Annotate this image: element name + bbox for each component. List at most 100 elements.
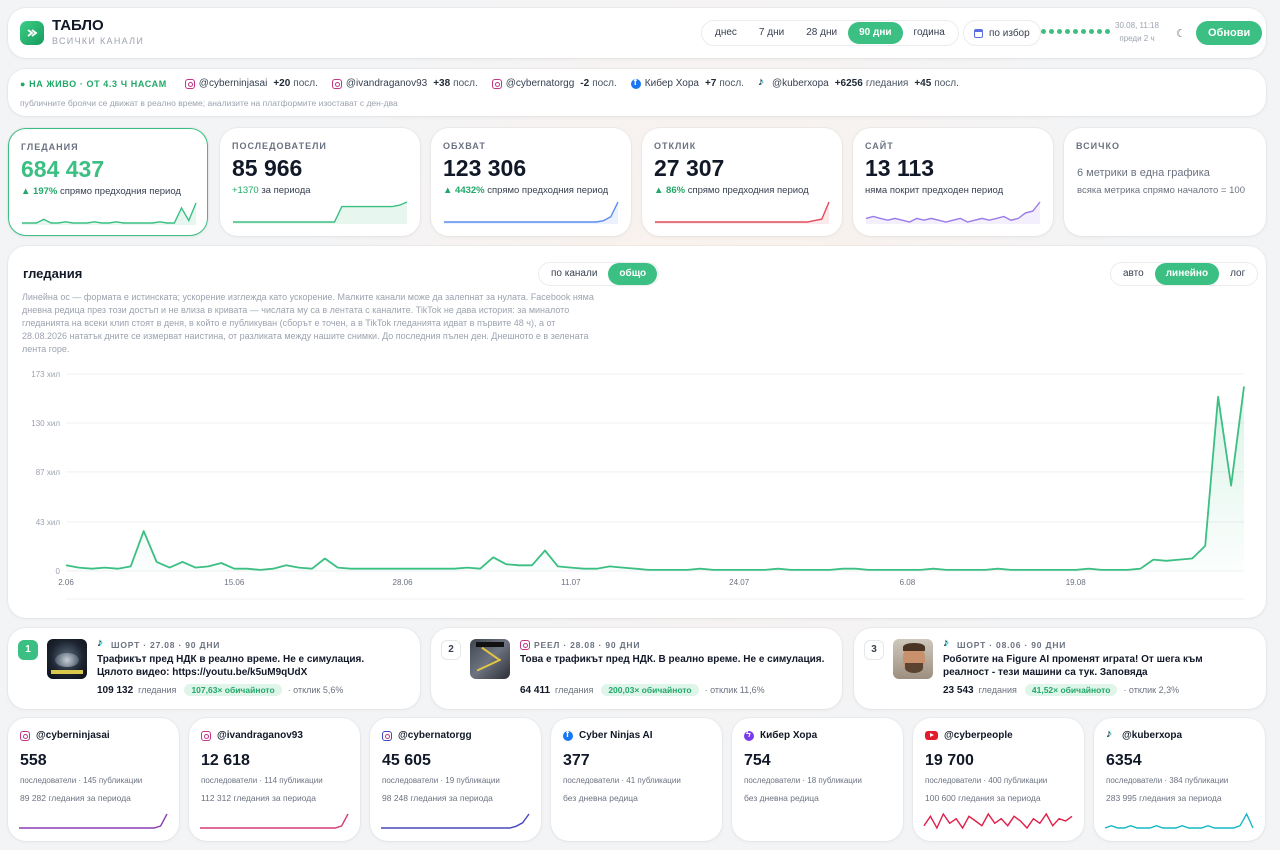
app-subtitle: ВСИЧКИ КАНАЛИ <box>52 36 145 46</box>
channel-card[interactable]: Кибер Хора 754 последователи · 18 публик… <box>732 718 903 841</box>
instagram-icon <box>331 78 342 89</box>
instagram-icon <box>382 730 392 741</box>
live-change: +7 <box>704 78 717 89</box>
channel-head: Cyber Ninjas AI <box>563 729 653 741</box>
kpi-sparkline <box>865 201 1041 224</box>
post-rank: 3 <box>864 640 884 660</box>
youtube-icon <box>925 731 938 740</box>
channel-meta: последователи · 145 публикации <box>20 776 143 785</box>
instagram-icon <box>201 730 211 741</box>
period-28d-button[interactable]: 28 дни <box>795 22 848 44</box>
period-today-button[interactable]: днес <box>704 22 748 44</box>
post-rank: 2 <box>441 640 461 660</box>
sparkline-fill <box>233 202 407 224</box>
kpi-card-followers[interactable]: ПОСЛЕДОВАТЕЛИ 85 966 +1370 за периода <box>220 128 420 236</box>
app-title: ТАБЛО <box>52 17 104 34</box>
live-item: @cybernatorgg -2 посл. <box>491 78 617 89</box>
channel-head: @cybernatorgg <box>382 730 472 741</box>
channel-card[interactable]: @cybernatorgg 45 605 последователи · 19 … <box>370 718 541 841</box>
kpi-card-all[interactable]: ВСИЧКО 6 метрики в една графика всяка ме… <box>1064 128 1266 236</box>
sparkline-line <box>923 812 1073 830</box>
kpi-card-reach[interactable]: ОБХВАТ 123 306 ▲ 4432% спрямо предходния… <box>431 128 631 236</box>
kpi-label: ОТКЛИК <box>654 141 697 151</box>
refresh-button[interactable]: Обнови <box>1196 21 1263 45</box>
post-stats: 64 411 гледания 200,03× обичайното · откл… <box>520 684 765 696</box>
scale-log-button[interactable]: лог <box>1219 263 1256 285</box>
main-chart-card: гледания по канали общо авто линейно лог… <box>8 246 1266 618</box>
sync-status-dots <box>1041 29 1110 34</box>
live-handle: Кибер Хора <box>644 78 699 89</box>
top-post-card[interactable]: 2 РЕЕЛ · 28.08 · 90 ДНИ Това е трафикът … <box>431 628 842 709</box>
kpi-card-site[interactable]: САЙТ 13 113 няма покрит предходен период <box>853 128 1053 236</box>
scale-linear-button[interactable]: линейно <box>1154 263 1220 285</box>
kpi-sparkline <box>233 201 408 224</box>
post-title: Трафикът пред НДК в реално време. Не е с… <box>97 654 365 678</box>
x-tick-label: 28.06 <box>393 578 414 587</box>
kpi-all-description: 6 метрики в една графика <box>1077 167 1210 179</box>
channel-followers: 6354 <box>1106 752 1142 769</box>
sparkline-line <box>1104 812 1254 829</box>
channel-followers: 558 <box>20 752 47 769</box>
kpi-label: ОБХВАТ <box>443 141 486 151</box>
live-item: @cyberninjasai +20 посл. <box>184 78 318 89</box>
channel-meta: последователи · 384 публикации <box>1106 776 1229 785</box>
channel-card[interactable]: @cyberninjasai 558 последователи · 145 п… <box>8 718 179 841</box>
scope-by-channel-button[interactable]: по канали <box>540 263 608 285</box>
tiktok-icon <box>758 76 768 89</box>
kpi-label: САЙТ <box>865 141 894 151</box>
period-90d-button[interactable]: 90 дни <box>848 22 903 44</box>
channel-card[interactable]: @ivandraganov93 12 618 последователи · 1… <box>189 718 360 841</box>
moon-icon[interactable]: ☾ <box>1176 27 1186 40</box>
custom-period-button[interactable]: по избор <box>963 20 1041 46</box>
channel-followers: 377 <box>563 752 590 769</box>
sparkline-line <box>444 201 619 223</box>
sparkline-line <box>200 813 349 829</box>
custom-period-label: по избор <box>989 27 1030 39</box>
post-engagement: · отклик 2,3% <box>1123 685 1180 695</box>
post-engagement: · отклик 5,6% <box>287 685 344 695</box>
live-handle: @cybernatorgg <box>505 78 575 89</box>
channel-followers: 754 <box>744 752 771 769</box>
live-strip: ● НА ЖИВО · ОТ 4.3 Ч НАСАМ @cyberninjasa… <box>8 69 1266 116</box>
channel-name: @ivandraganov93 <box>217 730 303 741</box>
y-tick-label: 0 <box>56 567 61 576</box>
kpi-card-engagement[interactable]: ОТКЛИК 27 307 ▲ 86% спрямо предходния пе… <box>642 128 842 236</box>
channel-card[interactable]: @cyberpeople 19 700 последователи · 400 … <box>913 718 1084 841</box>
views-area-chart[interactable]: 0 43 хил 87 хил 130 хил 173 хил 2.06 15.06 28.0… <box>8 358 1266 606</box>
post-thumbnail <box>47 639 87 679</box>
sparkline-line <box>865 201 1041 223</box>
top-post-card[interactable]: 1 ШОРТ · 27.08 · 90 ДНИ Трафикът пред НД… <box>8 628 420 709</box>
kpi-value: 13 113 <box>865 155 935 181</box>
kpi-value: 123 306 <box>443 155 527 181</box>
kpi-card-views[interactable]: ГЛЕДАНИЯ 684 437 ▲ 197% спрямо предходни… <box>8 128 208 236</box>
channel-card[interactable]: @kuberхора 6354 последователи · 384 публ… <box>1094 718 1265 841</box>
y-tick-label: 130 хил <box>31 419 60 428</box>
channel-views: без дневна редица <box>563 793 638 803</box>
chart-title: гледания <box>23 266 83 281</box>
top-post-card[interactable]: 3 ШОРТ · 08.06 · 90 ДНИ Роботите на Figu… <box>854 628 1266 709</box>
period-year-button[interactable]: година <box>903 22 956 44</box>
last-sync-ago: преди 2 ч <box>1119 34 1155 43</box>
channel-card[interactable]: Cyber Ninjas AI 377 последователи · 41 п… <box>551 718 722 841</box>
live-unit: гледания <box>865 78 909 89</box>
period-7d-button[interactable]: 7 дни <box>748 22 795 44</box>
live-item: @kuberхора +6256 гледания +45 посл. <box>758 76 959 90</box>
y-tick-label: 87 хил <box>36 468 61 477</box>
channel-head: @cyberninjasai <box>20 730 110 741</box>
facebook-icon <box>630 77 641 89</box>
live-change: +38 <box>433 78 451 89</box>
app-logo <box>20 21 44 45</box>
scale-auto-button[interactable]: авто <box>1112 263 1155 285</box>
calendar-icon <box>974 28 983 38</box>
live-label: ● НА ЖИВО · ОТ 4.3 Ч НАСАМ <box>20 78 167 89</box>
scope-total-button[interactable]: общо <box>608 263 658 285</box>
period-selector: днес 7 дни 28 дни 90 дни година <box>701 20 959 46</box>
channel-name: Cyber Ninjas AI <box>579 730 653 741</box>
channel-views: без дневна редица <box>744 793 819 803</box>
channel-views: 112 312 гледания за периода <box>201 793 316 803</box>
sparkline-fill <box>655 202 829 224</box>
post-multiplier-badge: 200,03× обичайното <box>601 684 699 696</box>
kpi-value: 27 307 <box>654 155 725 181</box>
y-tick-label: 173 хил <box>31 370 60 379</box>
channel-views: 89 282 гледания за периода <box>20 793 131 803</box>
